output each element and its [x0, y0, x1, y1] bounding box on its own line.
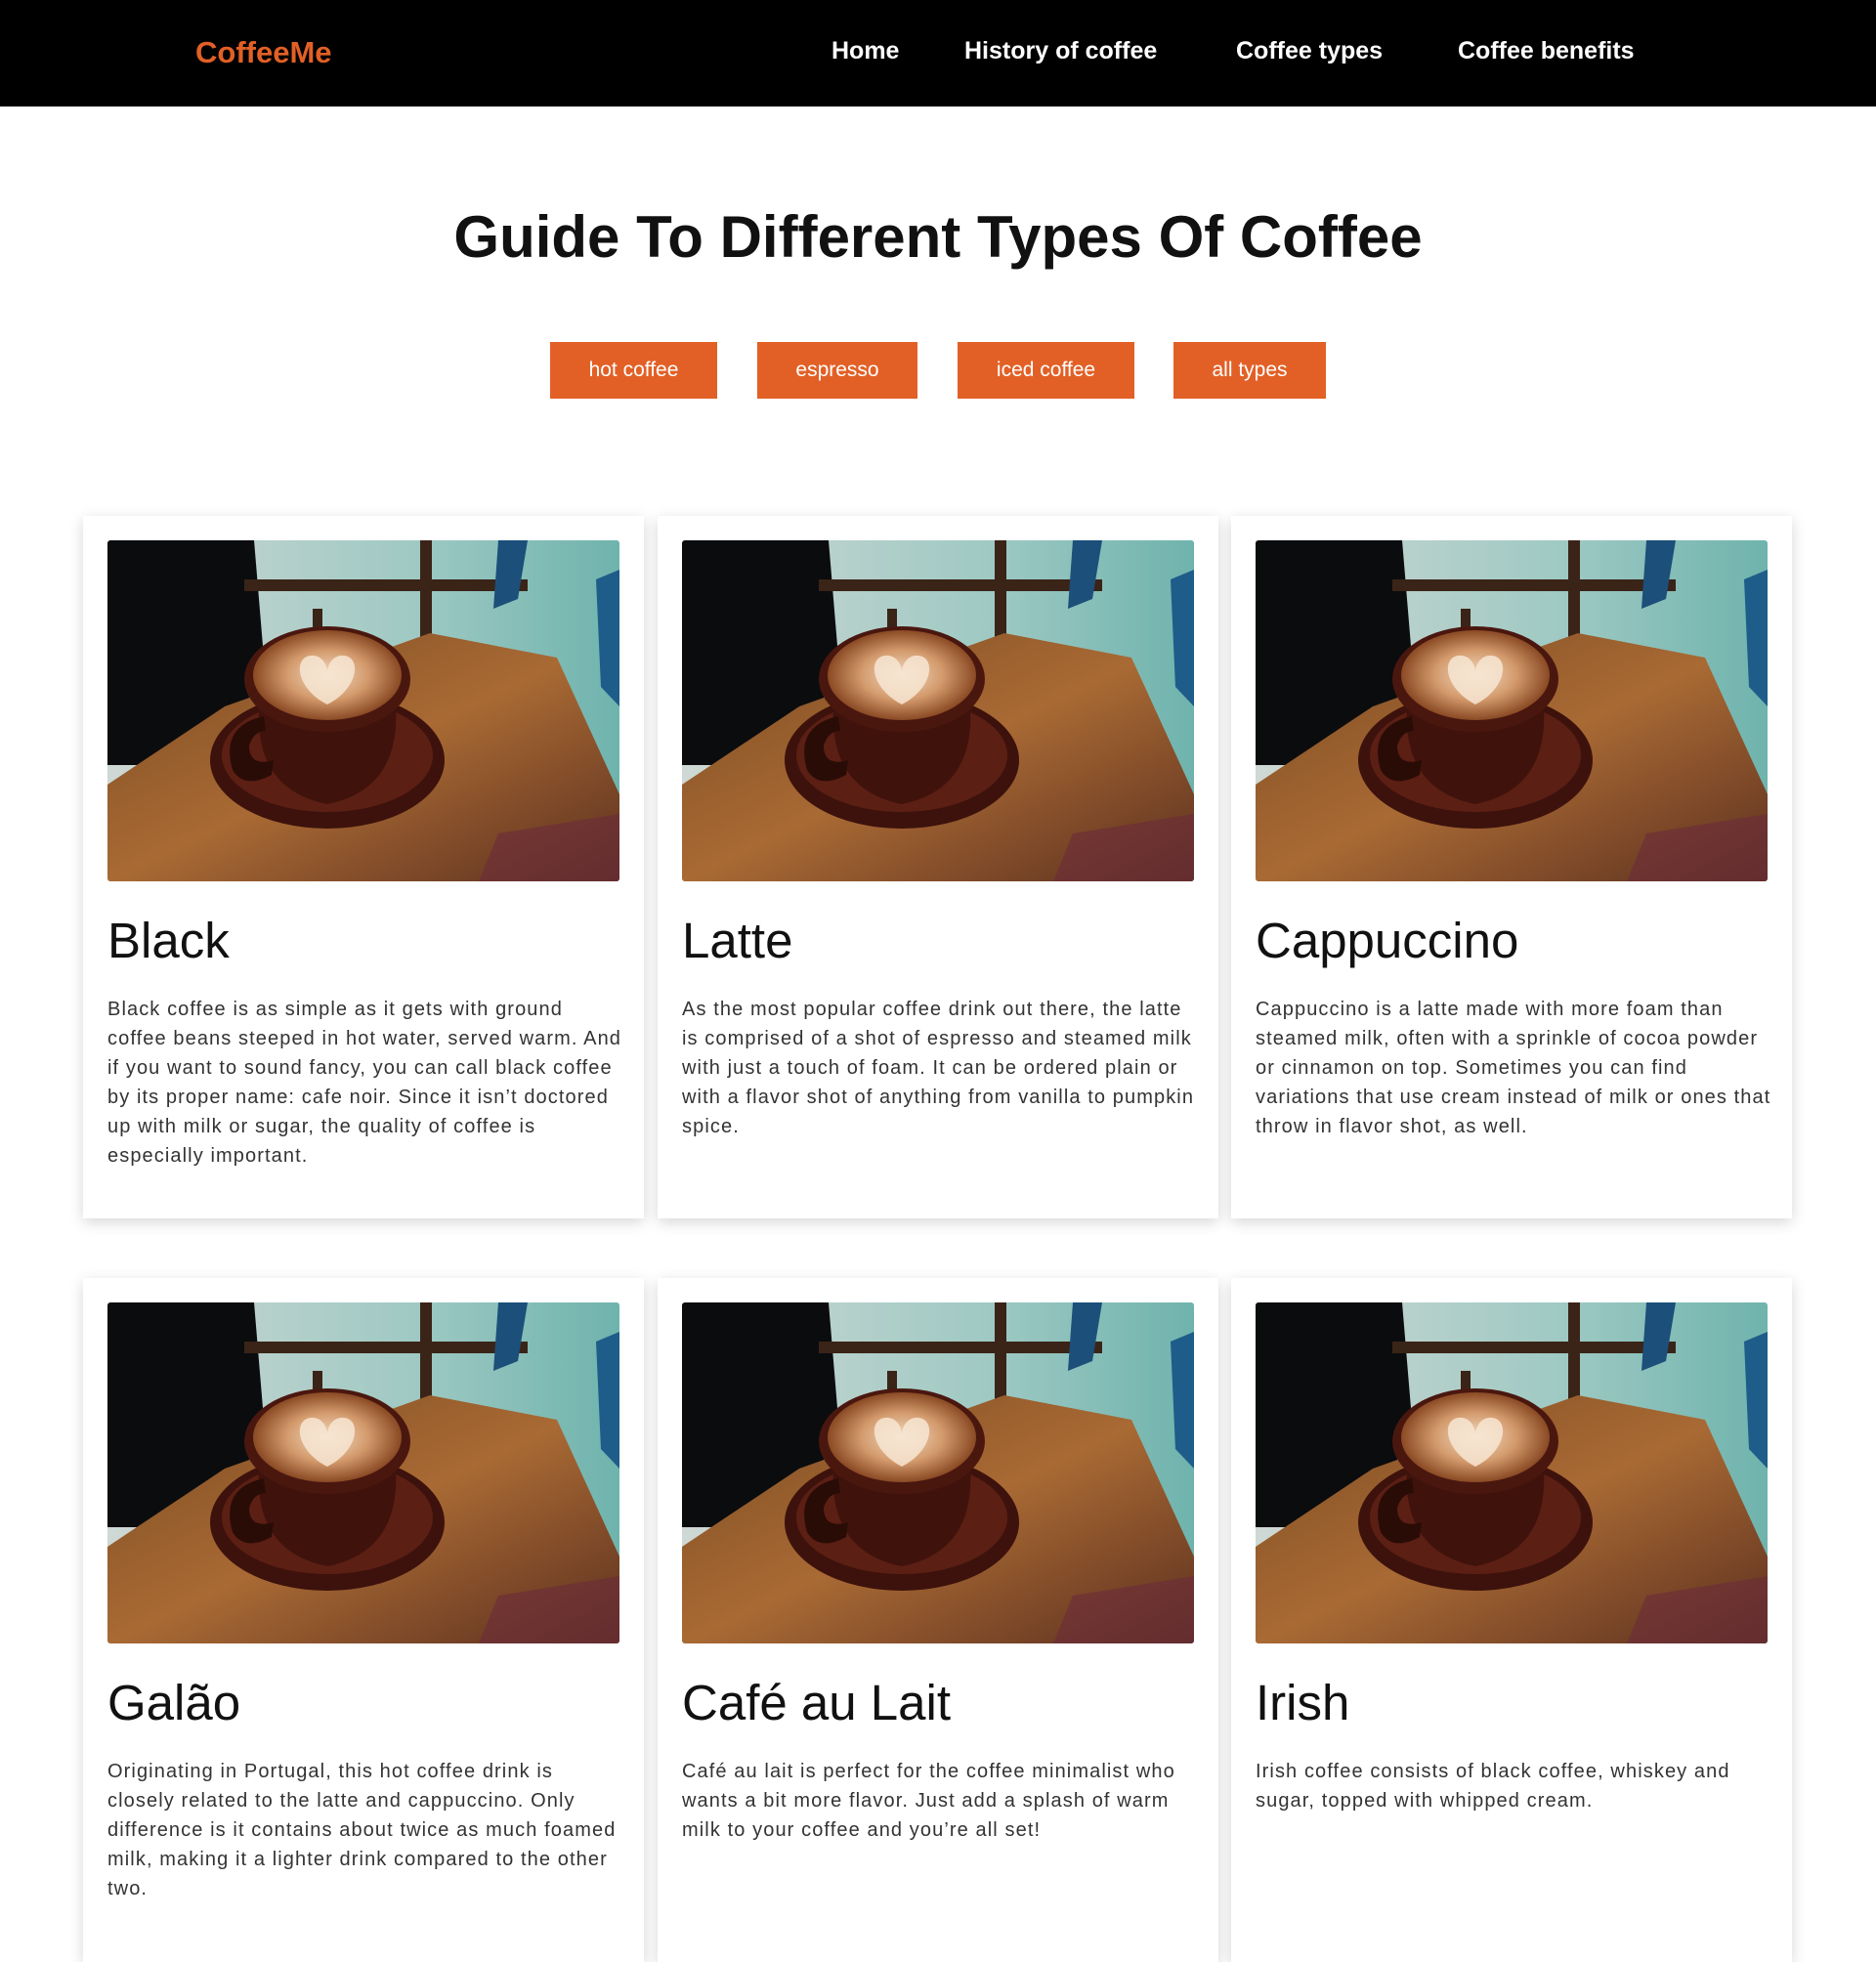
- coffee-card: Black Black coffee is as simple as it ge…: [83, 516, 644, 1218]
- coffee-photo: [107, 1302, 619, 1643]
- card-title: Cappuccino: [1256, 913, 1519, 968]
- coffee-card: Café au Lait Café au lait is perfect for…: [658, 1278, 1218, 1962]
- nav-history-of-coffee[interactable]: History of coffee: [964, 37, 1157, 65]
- filter-espresso-button[interactable]: espresso: [757, 342, 917, 399]
- card-description: Café au lait is perfect for the coffee m…: [682, 1761, 1175, 1841]
- top-navbar: CoffeeMe Home History of coffee Coffee t…: [0, 0, 1876, 107]
- card-description: Cappuccino is a latte made with more foa…: [1256, 999, 1771, 1137]
- card-title: Black: [107, 913, 230, 968]
- nav-coffee-types[interactable]: Coffee types: [1236, 37, 1383, 65]
- coffee-photo: [682, 540, 1194, 881]
- card-title: Galão: [107, 1675, 241, 1730]
- card-title: Café au Lait: [682, 1675, 952, 1730]
- filter-iced-coffee-button[interactable]: iced coffee: [958, 342, 1134, 399]
- coffee-photo: [1256, 540, 1768, 881]
- coffee-card: Latte As the most popular coffee drink o…: [658, 516, 1218, 1218]
- card-title: Irish: [1256, 1675, 1350, 1730]
- coffee-card: Irish Irish coffee consists of black cof…: [1231, 1278, 1792, 1962]
- coffee-card: Cappuccino Cappuccino is a latte made wi…: [1231, 516, 1792, 1218]
- coffee-card: Galão Originating in Portugal, this hot …: [83, 1278, 644, 1962]
- filter-hot-coffee-button[interactable]: hot coffee: [550, 342, 717, 399]
- card-description: Irish coffee consists of black coffee, w…: [1256, 1761, 1730, 1812]
- card-description: As the most popular coffee drink out the…: [682, 999, 1195, 1137]
- coffee-photo: [682, 1302, 1194, 1643]
- main-menu: Home History of coffee Coffee types Coff…: [0, 37, 1876, 70]
- card-description: Black coffee is as simple as it gets wit…: [107, 999, 622, 1167]
- nav-home[interactable]: Home: [831, 37, 899, 65]
- coffee-photo: [1256, 1302, 1768, 1643]
- filter-buttons: hot coffee espresso iced coffee all type…: [0, 342, 1876, 399]
- filter-all-types-button[interactable]: all types: [1173, 342, 1326, 399]
- card-title: Latte: [682, 913, 793, 968]
- coffee-photo: [107, 540, 619, 881]
- card-description: Originating in Portugal, this hot coffee…: [107, 1761, 617, 1899]
- page-title: Guide To Different Types Of Coffee: [453, 204, 1423, 270]
- nav-coffee-benefits[interactable]: Coffee benefits: [1458, 37, 1635, 65]
